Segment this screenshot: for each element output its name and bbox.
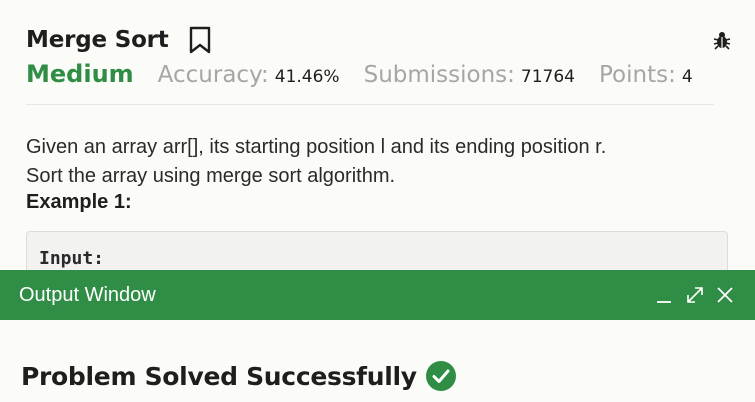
divider: [26, 104, 714, 105]
check-circle-icon: [425, 360, 457, 392]
description-line: Sort the array using merge sort algorith…: [26, 165, 396, 187]
problem-description: Given an array arr[], its starting posit…: [26, 133, 726, 191]
success-row: Problem Solved Successfully: [21, 360, 457, 392]
bookmark-icon[interactable]: [189, 26, 211, 54]
submissions-label: Submissions:: [363, 62, 515, 88]
problem-meta: Medium Accuracy: 41.46% Submissions: 717…: [26, 60, 693, 88]
points-value: 4: [681, 67, 693, 87]
bug-icon[interactable]: [712, 30, 732, 50]
minimize-icon[interactable]: [654, 284, 676, 306]
submissions-value: 71764: [520, 67, 575, 87]
output-window: Output Window Problem Solved Successfull…: [0, 270, 755, 402]
output-window-title: Output Window: [19, 284, 156, 306]
maximize-icon[interactable]: [684, 284, 706, 306]
title-row: Merge Sort: [26, 26, 211, 54]
example-heading: Example 1:: [26, 191, 132, 213]
problem-title: Merge Sort: [26, 27, 169, 53]
difficulty-badge: Medium: [26, 60, 134, 88]
close-icon[interactable]: [714, 284, 736, 306]
success-message: Problem Solved Successfully: [21, 361, 417, 391]
points-label: Points:: [599, 62, 676, 88]
accuracy-label: Accuracy:: [157, 62, 269, 88]
description-line: Given an array arr[], its starting posit…: [26, 136, 607, 158]
example-input-label: Input:: [39, 248, 105, 269]
output-window-header: Output Window: [0, 270, 755, 320]
accuracy-value: 41.46%: [274, 67, 340, 87]
